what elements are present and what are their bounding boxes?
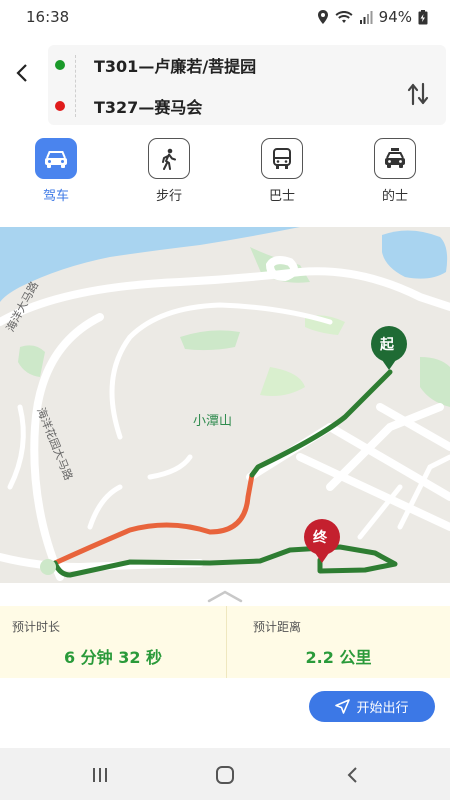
tab-bus[interactable]: 巴士	[247, 138, 317, 204]
map-hill-label: 小潭山	[193, 414, 233, 429]
tab-taxi[interactable]: 的士	[360, 138, 430, 204]
start-marker-label: 起	[380, 337, 394, 353]
route-map[interactable]: 海洋大马路 海洋花园大马路 起 终	[0, 227, 450, 584]
tab-bus-label: 巴士	[268, 189, 295, 204]
chevron-left-icon	[16, 64, 27, 82]
distance-value: 2.2 公里	[305, 648, 372, 667]
battery-charging-icon	[418, 9, 428, 24]
taxi-icon	[374, 138, 416, 179]
bus-icon	[261, 138, 303, 179]
battery-percent: 94%	[378, 8, 412, 26]
wifi-icon	[335, 11, 353, 23]
distance-title: 预计距离	[253, 620, 302, 634]
start-trip-button[interactable]: 开始出行	[309, 691, 435, 722]
swap-route-button[interactable]	[404, 79, 432, 109]
distance-section: 预计距离 2.2 公里	[226, 606, 450, 678]
start-point-name: T301—卢廉若/菩提园	[94, 57, 257, 76]
map-canvas	[0, 227, 450, 581]
end-marker-label: 终	[313, 530, 327, 546]
travel-mode-tabs: 驾车 步行 巴士 的士	[0, 138, 450, 208]
tab-drive-label: 驾车	[42, 189, 69, 204]
back-button[interactable]	[10, 58, 34, 88]
end-point-name: T327—赛马会	[94, 98, 203, 117]
status-bar: 16:38 94%	[0, 0, 450, 34]
back-arrow-icon	[347, 767, 357, 783]
tab-walk[interactable]: 步行	[134, 138, 204, 204]
walk-icon	[148, 138, 190, 179]
expand-sheet-handle[interactable]	[207, 588, 243, 603]
home-icon	[216, 766, 234, 784]
duration-title: 预计时长	[12, 620, 61, 634]
recent-apps-button[interactable]	[88, 764, 112, 786]
navigation-arrow-icon	[335, 699, 351, 714]
recent-apps-icon	[93, 768, 107, 782]
tab-walk-label: 步行	[155, 189, 182, 204]
route-planning-screen: 16:38 94% T301—卢廉若/菩提园 T327—赛马会 驾车 步行 巴士…	[0, 0, 450, 800]
start-trip-label: 开始出行	[356, 701, 409, 716]
start-dot-icon	[55, 60, 65, 70]
car-icon	[35, 138, 77, 179]
signal-icon	[359, 10, 373, 24]
duration-section: 预计时长 6 分钟 32 秒	[0, 606, 226, 678]
end-point-field[interactable]: T327—赛马会	[48, 88, 398, 124]
home-button[interactable]	[213, 764, 237, 786]
status-time: 16:38	[26, 8, 70, 26]
chevron-up-icon	[207, 590, 243, 603]
location-icon	[317, 10, 328, 24]
end-dot-icon	[55, 101, 65, 111]
route-input-box: T301—卢廉若/菩提园 T327—赛马会	[48, 45, 446, 125]
system-navigation-bar	[0, 748, 450, 800]
route-summary-panel: 预计时长 6 分钟 32 秒 预计距离 2.2 公里	[0, 606, 450, 678]
system-back-button[interactable]	[340, 764, 364, 786]
duration-value: 6 分钟 32 秒	[63, 648, 163, 667]
swap-arrows-icon	[407, 82, 429, 106]
tab-drive[interactable]: 驾车	[21, 138, 91, 204]
tab-taxi-label: 的士	[381, 189, 408, 204]
status-icons: 94%	[317, 8, 428, 26]
start-point-field[interactable]: T301—卢廉若/菩提园	[48, 47, 398, 83]
